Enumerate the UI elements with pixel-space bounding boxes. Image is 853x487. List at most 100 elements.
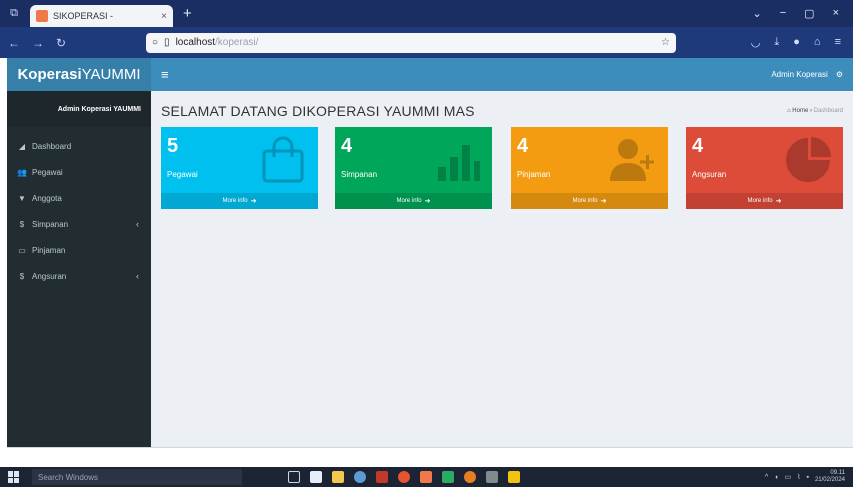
breadcrumb: ⌂ Home › Dashboard <box>787 108 843 114</box>
notification-icon[interactable]: ▪ <box>806 474 808 481</box>
new-tab-button[interactable]: + <box>183 5 192 22</box>
volume-icon[interactable]: ◖ <box>774 474 778 481</box>
stat-box-simpanan: 4 Simpanan More info ➜ <box>335 127 492 209</box>
more-info-label: More info <box>222 198 248 204</box>
task-view-icon[interactable] <box>288 471 300 483</box>
app-logo[interactable]: Koperasi YAUMMI <box>7 58 151 91</box>
maximize-button[interactable]: ▢ <box>804 7 814 20</box>
tab-close-icon[interactable]: × <box>161 11 167 22</box>
system-tray: ^ ◖ ▭ ⌇ ▪ 09.11 21/02/2024 <box>765 470 845 484</box>
taskbar-clock[interactable]: 09.11 21/02/2024 <box>815 470 845 484</box>
sidebar-item-label: Pegawai <box>32 167 63 177</box>
browser-tab-bar: ⧉ SIKOPERASI - × + ⌄ − ▢ × <box>0 0 853 27</box>
list-all-tabs-icon[interactable]: ⌄ <box>753 7 762 20</box>
browser-nav-bar: ← → ↻ ○ ▯ localhost/koperasi/ ☆ ◡ ⤓ ● ⌂ … <box>0 27 853 58</box>
shopping-bag-icon <box>262 136 304 183</box>
settings-icon[interactable]: ⚙ <box>836 70 843 79</box>
sidebar-user-panel: Admin Koperasi YAUMMI <box>7 91 151 127</box>
bar-chart-icon <box>438 145 480 181</box>
more-info-label: More info <box>747 198 773 204</box>
favicon-icon <box>36 10 48 22</box>
url-bar[interactable]: ○ ▯ localhost/koperasi/ ☆ <box>146 32 676 53</box>
sidebar-item-pegawai[interactable]: 👥 Pegawai <box>7 159 151 185</box>
minimize-button[interactable]: − <box>780 7 786 20</box>
tab-list-icon[interactable]: ⧉ <box>4 0 24 27</box>
user-plus-icon <box>610 139 654 181</box>
sidebar-item-anggota[interactable]: ▼ Anggota <box>7 185 151 211</box>
pie-chart-icon <box>786 137 831 182</box>
taskbar-apps <box>288 471 520 483</box>
menu-icon[interactable]: ≡ <box>835 36 841 49</box>
app-xampp-icon[interactable] <box>420 471 432 483</box>
clock-time: 09.11 <box>830 470 845 476</box>
stat-value: 5 <box>167 135 179 157</box>
users-icon: 👥 <box>17 167 27 177</box>
chevron-left-icon: ‹ <box>136 271 139 281</box>
more-info-label: More info <box>396 198 422 204</box>
app-red-icon[interactable] <box>376 471 388 483</box>
stat-label: Pegawai <box>167 170 198 179</box>
more-info-link[interactable]: More info ➜ <box>511 193 668 209</box>
windows-taskbar: Search Windows ^ ◖ ▭ ⌇ ▪ 09.11 21/02/202… <box>0 467 853 487</box>
top-navbar: ≡ Admin Koperasi ⚙ <box>151 58 853 91</box>
money-icon: ▭ <box>18 245 26 255</box>
sidebar-item-dashboard[interactable]: ◢ Dashboard <box>7 133 151 159</box>
browser-tab[interactable]: SIKOPERASI - × <box>30 5 173 27</box>
more-info-link[interactable]: More info ➜ <box>335 193 492 209</box>
breadcrumb-separator: › <box>809 108 812 114</box>
network-icon[interactable]: ⌇ <box>797 473 800 481</box>
forward-icon[interactable]: → <box>32 36 44 50</box>
more-info-link[interactable]: More info ➜ <box>161 193 318 209</box>
search-placeholder: Search Windows <box>38 472 99 482</box>
more-info-link[interactable]: More info ➜ <box>686 193 843 209</box>
browser-app-icon[interactable] <box>354 471 366 483</box>
pocket-icon[interactable]: ◡ <box>751 36 761 49</box>
arrow-circle-right-icon: ➜ <box>775 198 782 205</box>
home-icon: ⌂ <box>786 108 791 114</box>
stat-label: Simpanan <box>341 170 378 179</box>
sidebar-item-label: Simpanan <box>32 219 69 229</box>
taskbar-search-input[interactable]: Search Windows <box>32 469 242 485</box>
tab-title: SIKOPERASI - <box>53 11 114 21</box>
arrow-circle-right-icon: ➜ <box>250 198 257 205</box>
stat-box-pegawai: 5 Pegawai More info ➜ <box>161 127 318 209</box>
stat-box-pinjaman: 4 Pinjaman More info ➜ <box>511 127 668 209</box>
close-window-button[interactable]: × <box>833 7 839 20</box>
more-info-label: More info <box>572 198 598 204</box>
download-icon[interactable]: ⤓ <box>774 36 779 49</box>
file-explorer-icon[interactable] <box>332 471 344 483</box>
tray-chevron-icon[interactable]: ^ <box>765 474 768 481</box>
windows-start-icon[interactable] <box>8 471 20 483</box>
page-footer <box>7 447 853 467</box>
extension-icon[interactable]: ● <box>793 36 800 49</box>
sidebar-item-label: Anggota <box>32 193 62 203</box>
battery-icon[interactable]: ▭ <box>784 473 791 481</box>
sidebar-toggle-button[interactable]: ≡ <box>161 67 169 82</box>
firefox-icon[interactable] <box>464 471 476 483</box>
site-info-icon[interactable]: ○ <box>152 37 158 48</box>
breadcrumb-home[interactable]: Home <box>792 108 808 114</box>
app-gray-icon[interactable] <box>486 471 498 483</box>
stat-value: 4 <box>341 135 353 157</box>
nav-buttons: ← → ↻ <box>8 36 138 50</box>
stat-label: Angsuran <box>692 170 727 179</box>
url-host: localhost <box>175 37 216 48</box>
back-icon[interactable]: ← <box>8 36 20 50</box>
app-green-icon[interactable] <box>442 471 454 483</box>
user-menu[interactable]: Admin Koperasi ⚙ <box>771 70 843 79</box>
sidebar-item-simpanan[interactable]: $ Simpanan ‹ <box>7 211 151 237</box>
app-yellow-icon[interactable] <box>508 471 520 483</box>
content-area: SELAMAT DATANG DIKOPERASI YAUMMI MAS ⌂ H… <box>151 91 853 447</box>
app-orange-icon[interactable] <box>398 471 410 483</box>
arrow-circle-right-icon: ➜ <box>424 198 431 205</box>
home-icon[interactable]: ⌂ <box>814 36 821 49</box>
sidebar-item-pinjaman[interactable]: ▭ Pinjaman <box>7 237 151 263</box>
reload-icon[interactable]: ↻ <box>56 36 66 50</box>
breadcrumb-current: Dashboard <box>813 108 843 114</box>
bookmark-star-icon[interactable]: ☆ <box>661 37 670 48</box>
clock-date: 21/02/2024 <box>814 477 845 483</box>
stat-label: Pinjaman <box>517 170 551 179</box>
store-icon[interactable] <box>310 471 322 483</box>
sidebar-item-angsuran[interactable]: $ Angsuran ‹ <box>7 263 151 289</box>
sidebar-item-label: Pinjaman <box>32 245 66 255</box>
